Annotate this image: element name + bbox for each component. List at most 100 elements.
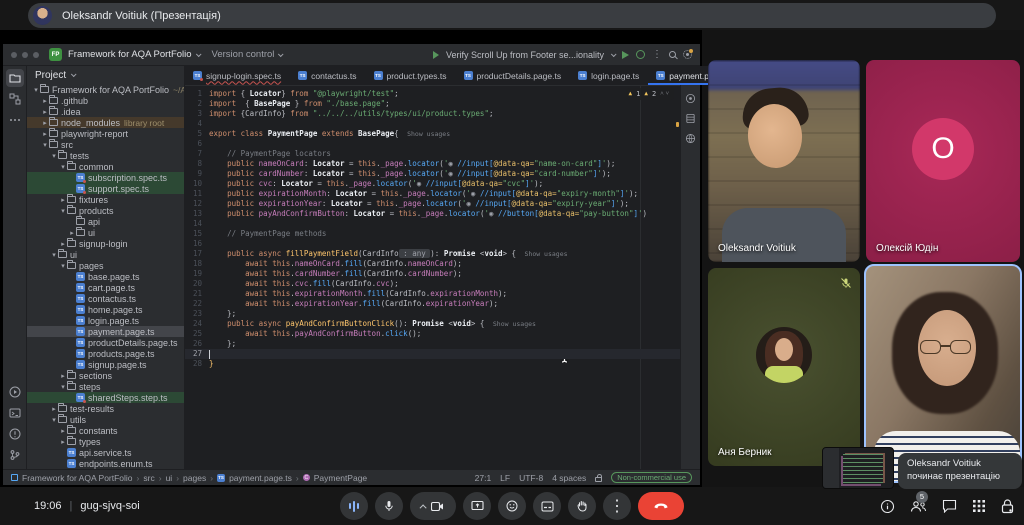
structure-tool-icon[interactable] [6,90,24,108]
run-button[interactable] [622,51,629,59]
chevron-collapsed-icon[interactable]: ▸ [50,405,58,413]
indent-setting[interactable]: 4 spaces [552,473,586,483]
participant-tile-oleksandr[interactable]: Oleksandr Voitiuk [708,60,860,262]
end-call-button[interactable] [638,492,684,520]
present-screen-button[interactable] [463,492,491,520]
license-badge[interactable]: Non-commercial use [611,472,692,483]
chevron-collapsed-icon[interactable]: ▸ [41,108,49,116]
tree-item-contactus.ts[interactable]: TScontactus.ts [27,293,184,304]
reactions-button[interactable] [498,492,526,520]
chevron-expanded-icon[interactable]: ▾ [50,416,58,424]
tree-item-playwright-report[interactable]: ▸playwright-report [27,128,184,139]
tree-item-constants[interactable]: ▸constants [27,425,184,436]
info-button[interactable] [880,499,895,514]
breadcrumb-item[interactable]: payment.page.ts [229,473,292,483]
tree-item-utils[interactable]: ▾utils [27,414,184,425]
tree-item-ui[interactable]: ▾ui [27,249,184,260]
editor-tab-product.types.ts[interactable]: TSproduct.types.ts [366,66,456,85]
tree-item-products[interactable]: ▾products [27,205,184,216]
editor-tab-contactus.ts[interactable]: TScontactus.ts [290,66,365,85]
tree-item-base.page.ts[interactable]: TSbase.page.ts [27,271,184,282]
chevron-collapsed-icon[interactable]: ▸ [59,438,67,446]
project-tool-icon[interactable] [6,69,24,87]
participant-tile-oleksii[interactable]: O Олексій Юдін [866,60,1020,262]
people-button[interactable]: 5 [910,500,927,513]
tree-item-api[interactable]: api [27,216,184,227]
chevron-expanded-icon[interactable]: ▾ [50,152,58,160]
chevron-collapsed-icon[interactable]: ▸ [68,229,76,237]
chevron-expanded-icon[interactable]: ▾ [32,86,40,94]
tree-item-types[interactable]: ▸types [27,436,184,447]
gradle-icon[interactable] [683,130,699,146]
code-editor[interactable]: ▲1 ▲2 ˄˅ 1import { Locator} from "@playw… [185,86,680,469]
chevron-expanded-icon[interactable]: ▾ [41,141,49,149]
presentation-banner[interactable]: Oleksandr Voitiuk (Презентація) [28,3,996,28]
tree-item-payment.page.ts[interactable]: TSpayment.page.ts [27,326,184,337]
tree-item-login.page.ts[interactable]: TSlogin.page.ts [27,315,184,326]
ai-assistant-icon[interactable] [683,90,699,106]
tree-item-support.spec.ts[interactable]: TSsupport.spec.ts [27,183,184,194]
tree-item-tests[interactable]: ▾tests [27,150,184,161]
tree-item-api.service.ts[interactable]: TSapi.service.ts [27,447,184,458]
caret-position[interactable]: 27:1 [475,473,492,483]
host-controls-button[interactable] [1001,499,1014,514]
tree-item-ui[interactable]: ▸ui [27,227,184,238]
breadcrumb-item[interactable]: src [143,473,154,483]
more-tools-icon[interactable] [6,111,24,129]
breadcrumb-item[interactable]: pages [183,473,206,483]
tree-item-fixtures[interactable]: ▸fixtures [27,194,184,205]
tree-item-steps[interactable]: ▾steps [27,381,184,392]
search-everywhere-icon[interactable] [669,51,676,58]
window-controls[interactable] [11,52,39,58]
version-control-menu-button[interactable]: Version control [212,49,283,60]
tree-item-src[interactable]: ▾src [27,139,184,150]
tree-item-productDetails.page.ts[interactable]: TSproductDetails.page.ts [27,337,184,348]
tree-item-sections[interactable]: ▸sections [27,370,184,381]
version-control-tool-icon[interactable] [6,446,24,464]
tree-item-products.page.ts[interactable]: TSproducts.page.ts [27,348,184,359]
tree-item-signup-login[interactable]: ▸signup-login [27,238,184,249]
presentation-toast[interactable]: Oleksandr Voitiuk починає презентацію [822,447,1022,489]
chevron-collapsed-icon[interactable]: ▸ [41,97,49,105]
chevron-collapsed-icon[interactable]: ▸ [41,119,49,127]
chevron-collapsed-icon[interactable]: ▸ [41,130,49,138]
chevron-expanded-icon[interactable]: ▾ [59,207,67,215]
project-menu-button[interactable]: Framework for AQA PortFolio [68,49,200,60]
coverage-button[interactable] [636,50,645,59]
problems-tool-icon[interactable] [6,425,24,443]
chevron-expanded-icon[interactable]: ▾ [50,251,58,259]
participant-tile-ania[interactable]: Аня Берник [708,268,860,466]
chat-button[interactable] [942,499,957,513]
chevron-collapsed-icon[interactable]: ▸ [59,240,67,248]
tree-item-.github[interactable]: ▸.github [27,95,184,106]
chevron-collapsed-icon[interactable]: ▸ [59,196,67,204]
microphone-button[interactable] [375,492,403,520]
chevron-expanded-icon[interactable]: ▾ [59,383,67,391]
breadcrumb-item[interactable]: PaymentPage [314,473,367,483]
tree-item-signup.page.ts[interactable]: TSsignup.page.ts [27,359,184,370]
more-options-button[interactable]: ⋮ [603,492,631,520]
chevron-up-icon[interactable] [420,504,427,511]
line-ending[interactable]: LF [500,473,510,483]
more-actions-icon[interactable]: ⋮ [652,50,662,60]
tree-item-node_modules[interactable]: ▸node_moduleslibrary root [27,117,184,128]
captions-button[interactable] [533,492,561,520]
chevron-down-icon[interactable] [611,51,617,57]
raise-hand-button[interactable] [568,492,596,520]
presentation-thumbnail[interactable] [822,447,894,489]
activities-button[interactable] [972,499,986,513]
chevron-expanded-icon[interactable]: ▾ [59,163,67,171]
editor-tab-signup-login.spec.ts[interactable]: TSsignup-login.spec.ts [185,66,290,85]
run-tool-icon[interactable] [6,383,24,401]
tree-item-sharedSteps.step.ts[interactable]: TSsharedSteps.step.ts [27,392,184,403]
breadcrumb-item[interactable]: ui [166,473,173,483]
tree-item-pages[interactable]: ▾pages [27,260,184,271]
chevron-collapsed-icon[interactable]: ▸ [59,427,67,435]
camera-button[interactable] [410,492,456,520]
encoding[interactable]: UTF-8 [519,473,543,483]
breadcrumb-item[interactable]: Framework for AQA PortFolio [22,473,133,483]
terminal-tool-icon[interactable] [6,404,24,422]
editor-tab-productDetails.page.ts[interactable]: TSproductDetails.page.ts [456,66,571,85]
tree-item-common[interactable]: ▾common [27,161,184,172]
chevron-expanded-icon[interactable]: ▾ [59,262,67,270]
